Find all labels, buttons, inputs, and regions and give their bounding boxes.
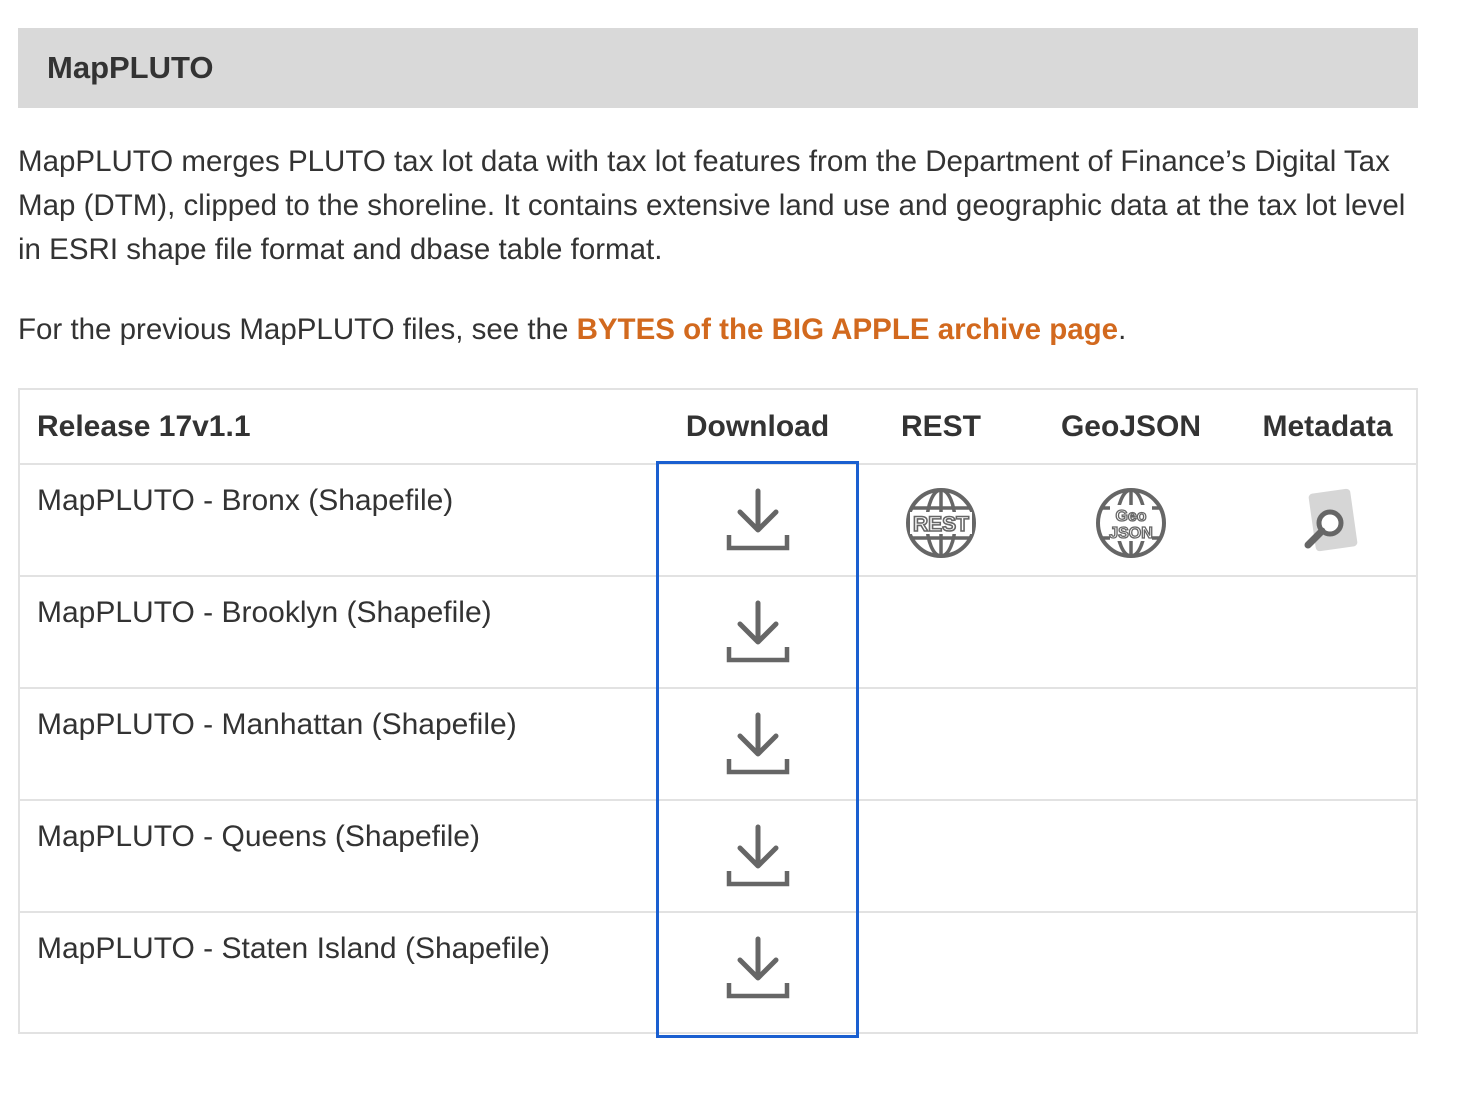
geojson-cell — [1023, 688, 1239, 801]
rest-cell — [859, 800, 1023, 913]
geojson-globe-label-top: Geo — [1115, 508, 1146, 525]
table-header-row: Release 17v1.1 Download REST GeoJSON Met… — [20, 390, 1416, 465]
table-row: MapPLUTO - Brooklyn (Shapefile) — [20, 576, 1416, 689]
header-metadata: Metadata — [1239, 390, 1416, 465]
geojson-globe-icon[interactable]: Geo JSON — [1095, 487, 1167, 564]
header-geojson: GeoJSON — [1023, 390, 1239, 465]
archive-prefix: For the previous MapPLUTO files, see the — [18, 313, 577, 346]
table-row: MapPLUTO - Queens (Shapefile) — [20, 800, 1416, 913]
row-name: MapPLUTO - Staten Island (Shapefile) — [37, 932, 551, 965]
rest-cell: REST — [859, 464, 1023, 577]
download-column-highlight-top — [656, 461, 859, 464]
intro-paragraph: MapPLUTO merges PLUTO tax lot data with … — [18, 145, 1406, 266]
rest-cell — [859, 688, 1023, 801]
archive-paragraph: For the previous MapPLUTO files, see the… — [18, 308, 1126, 352]
row-name: MapPLUTO - Bronx (Shapefile) — [20, 464, 656, 577]
geojson-cell — [1023, 912, 1239, 1024]
rest-globe-label: REST — [913, 513, 969, 536]
metadata-cell — [1239, 688, 1416, 801]
header-download: Download — [656, 390, 859, 465]
download-icon[interactable] — [725, 935, 791, 1006]
header-rest: REST — [859, 390, 1023, 465]
row-name: MapPLUTO - Queens (Shapefile) — [20, 800, 656, 913]
metadata-cell — [1239, 800, 1416, 913]
download-column-highlight-left — [656, 461, 659, 1038]
download-cell — [656, 800, 859, 913]
download-icon[interactable] — [725, 823, 791, 894]
download-column-highlight-right — [856, 461, 859, 1038]
archive-suffix: . — [1118, 313, 1127, 346]
section-title: MapPLUTO — [47, 50, 214, 85]
downloads-table: Release 17v1.1 Download REST GeoJSON Met… — [18, 388, 1418, 1034]
geojson-cell — [1023, 576, 1239, 689]
rest-globe-icon[interactable]: REST — [905, 487, 977, 564]
row-name: MapPLUTO - Brooklyn (Shapefile) — [20, 576, 656, 689]
download-cell — [656, 576, 859, 689]
metadata-cell — [1239, 912, 1416, 1024]
download-cell — [656, 688, 859, 801]
section-header: MapPLUTO — [18, 28, 1418, 108]
download-icon[interactable] — [725, 599, 791, 670]
download-cell — [656, 464, 859, 577]
header-release: Release 17v1.1 — [20, 390, 656, 465]
download-icon[interactable] — [725, 487, 791, 558]
geojson-globe-label-bottom: JSON — [1109, 525, 1153, 542]
row-name: MapPLUTO - Manhattan (Shapefile) — [20, 688, 656, 801]
rest-cell — [859, 576, 1023, 689]
rest-cell — [859, 912, 1023, 1024]
geojson-cell: Geo JSON — [1023, 464, 1239, 577]
download-cell — [656, 912, 859, 1024]
geojson-cell — [1023, 800, 1239, 913]
download-column-highlight-bottom — [656, 1035, 859, 1038]
table-row: MapPLUTO - Manhattan (Shapefile) — [20, 688, 1416, 801]
download-icon[interactable] — [725, 711, 791, 782]
archive-link[interactable]: BYTES of the BIG APPLE archive page — [577, 313, 1119, 346]
metadata-cell — [1239, 576, 1416, 689]
metadata-magnifier-icon[interactable] — [1292, 487, 1364, 564]
table-row: MapPLUTO - Bronx (Shapefile) REST Geo JSON — [20, 464, 1416, 577]
metadata-cell — [1239, 464, 1416, 577]
table-row: MapPLUTO - Staten Island (Shapefile) — [20, 912, 1416, 1024]
